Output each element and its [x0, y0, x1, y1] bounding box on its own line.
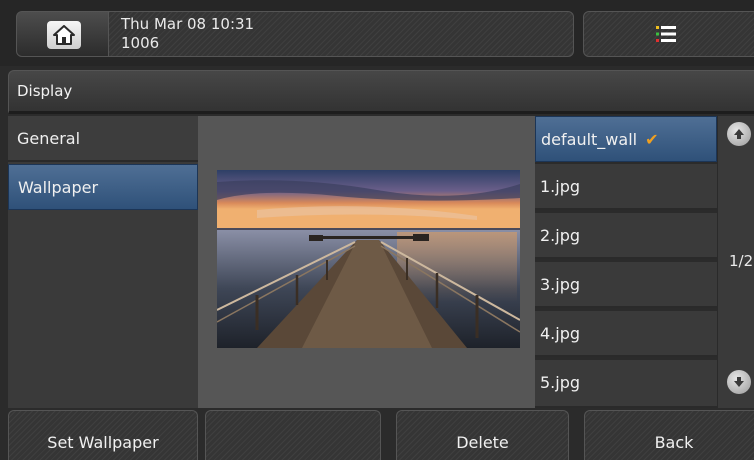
- wallpaper-item[interactable]: 4.jpg: [535, 311, 717, 357]
- home-button[interactable]: [16, 11, 109, 57]
- menu-item-general[interactable]: General: [8, 116, 198, 162]
- extension-number: 1006: [121, 34, 160, 52]
- scroll-down-button[interactable]: [727, 370, 751, 394]
- scroll-column: 1/2: [717, 116, 754, 408]
- softkey-empty[interactable]: [205, 410, 381, 460]
- menu-item-wallpaper[interactable]: Wallpaper: [8, 164, 198, 210]
- menu-list-icon: [656, 26, 676, 42]
- arrow-up-icon: [734, 129, 744, 139]
- wallpaper-item-default[interactable]: default_wall ✔: [535, 116, 717, 162]
- wallpaper-item[interactable]: 5.jpg: [535, 360, 717, 408]
- scroll-up-button[interactable]: [727, 122, 751, 146]
- set-wallpaper-button[interactable]: Set Wallpaper: [8, 410, 198, 460]
- status-bar: Thu Mar 08 10:31 1006: [0, 0, 754, 66]
- home-icon: [47, 21, 81, 49]
- back-button[interactable]: Back: [584, 410, 754, 460]
- wallpaper-preview-area: [198, 116, 535, 408]
- arrow-down-icon: [734, 377, 744, 387]
- wallpaper-preview-image: [217, 170, 520, 348]
- datetime-text: Thu Mar 08 10:31: [121, 15, 255, 33]
- checkmark-icon: ✔: [645, 130, 659, 149]
- account-info-panel: Thu Mar 08 10:31 1006: [109, 11, 574, 57]
- delete-button[interactable]: Delete: [396, 410, 569, 460]
- page-indicator: 1/2: [729, 252, 754, 270]
- page-title: Display: [17, 82, 73, 100]
- wallpaper-item[interactable]: 1.jpg: [535, 164, 717, 210]
- wallpaper-item[interactable]: 2.jpg: [535, 213, 717, 259]
- menu-button[interactable]: [583, 11, 754, 57]
- title-bar: Display: [8, 70, 754, 114]
- wallpaper-item-label: default_wall: [541, 130, 638, 149]
- wallpaper-item[interactable]: 3.jpg: [535, 262, 717, 308]
